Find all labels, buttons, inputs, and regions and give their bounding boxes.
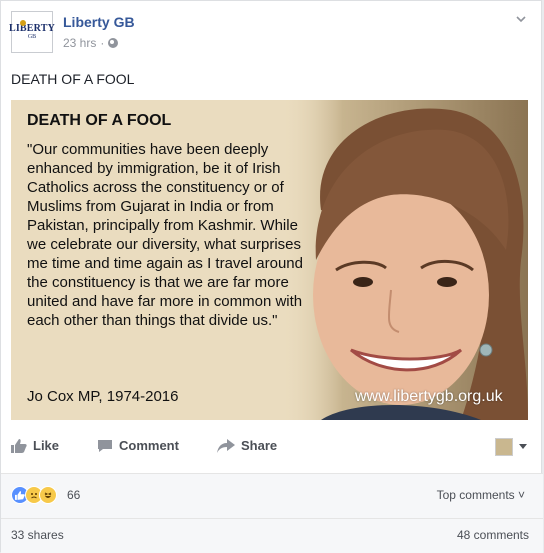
chevron-down-icon[interactable] — [515, 13, 527, 25]
reaction-count[interactable]: 66 — [67, 488, 80, 502]
viewer-avatar[interactable] — [495, 438, 513, 456]
share-arrow-icon — [217, 438, 235, 453]
image-quote: "Our communities have been deeply enhanc… — [27, 141, 303, 329]
portrait-photo — [281, 100, 528, 420]
post-timestamp[interactable]: 23 hrs — [63, 36, 96, 50]
comment-icon — [98, 439, 112, 452]
avatar-logo-sub: GB — [27, 33, 37, 40]
thumbs-up-icon — [11, 438, 27, 453]
post-text: DEATH OF A FOOL — [11, 71, 135, 87]
shares-count[interactable]: 33 shares — [11, 528, 64, 542]
action-bar: Like Comment Share — [11, 438, 531, 464]
shares-row: 33 shares 48 comments — [1, 519, 543, 553]
image-title: DEATH OF A FOOL — [27, 112, 172, 129]
post-card: LIBERTY GB Liberty GB 23 hrs · DEATH OF … — [0, 0, 543, 553]
reaction-icons[interactable] — [11, 486, 57, 504]
share-button[interactable]: Share — [217, 438, 277, 453]
like-label: Like — [33, 438, 60, 453]
comment-button[interactable]: Comment — [97, 438, 179, 453]
logo-mark-icon — [20, 20, 26, 26]
image-author: Jo Cox MP, 1974-2016 — [27, 388, 179, 405]
meta-separator: · — [100, 36, 105, 50]
avatar-logo-text: LIBERTY — [8, 22, 56, 34]
globe-icon — [108, 38, 119, 48]
post-header: LIBERTY GB Liberty GB 23 hrs · — [8, 11, 531, 55]
page-avatar[interactable]: LIBERTY GB — [8, 11, 56, 53]
comments-count[interactable]: 48 comments — [457, 528, 529, 542]
like-button[interactable]: Like — [11, 438, 59, 453]
post-image[interactable]: DEATH OF A FOOL "Our communities have be… — [11, 100, 528, 420]
image-watermark-url: www.libertygb.org.uk — [355, 388, 503, 405]
page-name-link[interactable]: Liberty GB — [63, 14, 135, 30]
post-meta: 23 hrs · — [63, 36, 119, 50]
top-comments-dropdown[interactable]: Top comments ˅ — [437, 488, 525, 502]
caret-down-icon[interactable] — [519, 444, 527, 449]
haha-reaction-icon — [39, 486, 57, 504]
reactions-row: 66 Top comments ˅ — [1, 474, 543, 518]
share-label: Share — [241, 438, 278, 453]
comment-label: Comment — [119, 438, 179, 453]
